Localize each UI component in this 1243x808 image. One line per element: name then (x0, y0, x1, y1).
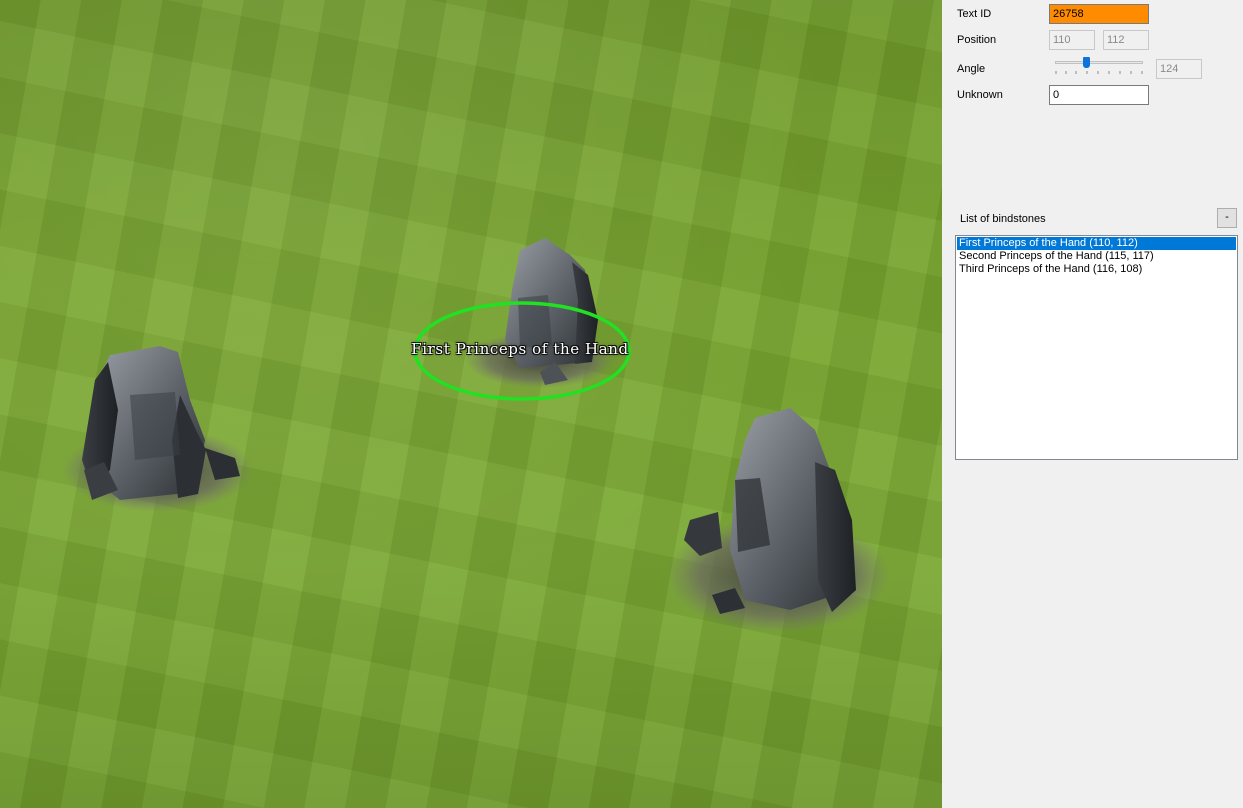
angle-slider[interactable] (1055, 56, 1143, 76)
position-y-field[interactable]: 112 (1103, 30, 1149, 50)
unknown-label: Unknown (957, 89, 1003, 101)
text-id-label: Text ID (957, 8, 992, 20)
angle-slider-thumb[interactable] (1083, 57, 1090, 68)
map-viewport[interactable]: First Princeps of the Hand (0, 0, 942, 808)
position-x-field[interactable]: 110 (1049, 30, 1095, 50)
bindstone-list[interactable]: First Princeps of the Hand (110, 112) Se… (955, 235, 1238, 460)
list-item[interactable]: Third Princeps of the Hand (116, 108) (957, 263, 1236, 276)
list-item[interactable]: First Princeps of the Hand (110, 112) (957, 237, 1236, 250)
remove-bindstone-button[interactable]: - (1217, 208, 1237, 228)
angle-slider-track (1055, 61, 1143, 64)
angle-label: Angle (957, 63, 986, 75)
unknown-field[interactable]: 0 (1049, 85, 1149, 105)
bindstone-list-label: List of bindstones (960, 213, 1046, 225)
properties-panel: Text ID 26758 Position 110 112 Angle 124… (942, 0, 1243, 808)
angle-slider-ticks (1055, 71, 1143, 74)
scene-canvas[interactable] (0, 0, 942, 808)
bindstone-third[interactable] (666, 408, 890, 633)
position-label: Position (957, 34, 997, 46)
text-id-field[interactable]: 26758 (1049, 4, 1149, 24)
selected-bindstone-name: First Princeps of the Hand (411, 340, 629, 358)
angle-field[interactable]: 124 (1156, 59, 1202, 79)
list-item[interactable]: Second Princeps of the Hand (115, 117) (957, 250, 1236, 263)
bindstone-second[interactable] (63, 346, 253, 512)
